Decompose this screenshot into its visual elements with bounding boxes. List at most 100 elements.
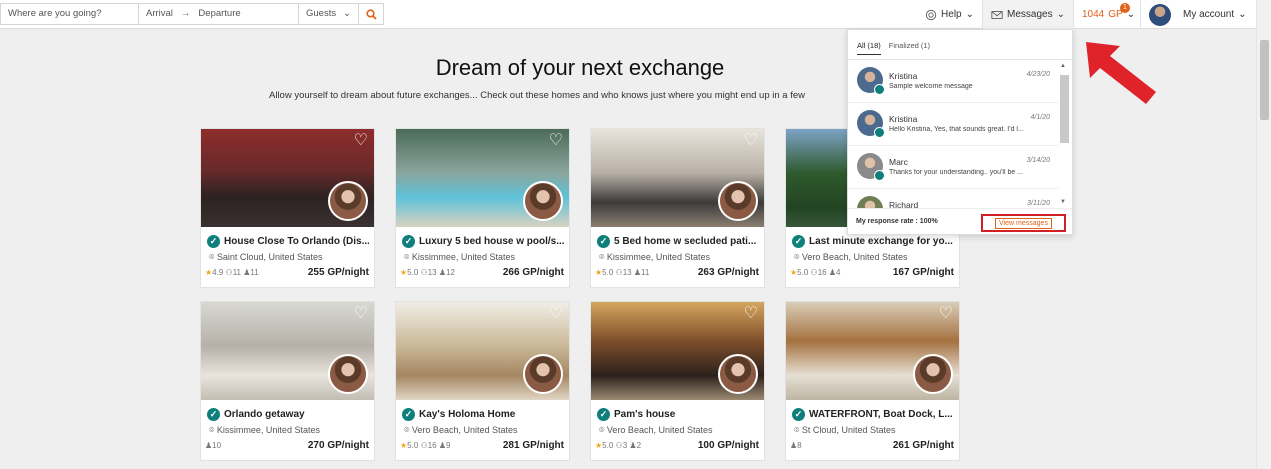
- heart-icon[interactable]: ♡: [354, 133, 368, 149]
- messages-label: Messages: [1007, 9, 1053, 20]
- guest-count: 11: [232, 268, 242, 277]
- listing-location: Kissimmee, United States: [216, 425, 320, 435]
- chevron-down-icon: ⌄: [965, 9, 974, 20]
- verified-icon: ✓: [792, 408, 805, 421]
- scroll-up-icon[interactable]: ▲: [1060, 63, 1066, 69]
- host-avatar[interactable]: [523, 354, 563, 394]
- message-item[interactable]: Richard 3/11/20: [848, 189, 1058, 208]
- heart-icon[interactable]: ♡: [744, 133, 758, 149]
- tab-finalized[interactable]: Finalized (1): [889, 41, 930, 55]
- listing-location: Kissimmee, United States: [606, 252, 710, 262]
- heart-icon[interactable]: ♡: [354, 306, 368, 322]
- message-item[interactable]: Kristina 4/23/20 Sample welcome message: [848, 60, 1058, 103]
- avatar: [857, 196, 883, 208]
- heart-icon[interactable]: ♡: [549, 306, 563, 322]
- listing-meta: ★5.0 ⚇16 ♟9: [400, 441, 450, 450]
- listing-card[interactable]: ♡ ✓ WATERFRONT, Boat Dock, L... ⌾ St Cloud,…: [785, 301, 960, 461]
- listing-card[interactable]: ♡ ✓ Orlando getaway ⌾ Kissimmee, United Sta…: [200, 301, 375, 461]
- page-subtitle: Allow yourself to dream about future exc…: [269, 90, 805, 101]
- lifebuoy-icon: [925, 9, 937, 20]
- listing-card[interactable]: ♡ ✓ 5 Bed home w secluded pati... ⌾ Kissimm…: [590, 128, 765, 288]
- rating: 5.0: [797, 268, 809, 277]
- verified-icon: ✓: [597, 408, 610, 421]
- person-icon: ♟: [633, 268, 642, 277]
- bed-count: 11: [250, 268, 259, 277]
- listing-meta: ★5.0 ⚇3 ♟2: [595, 441, 641, 450]
- host-avatar[interactable]: [718, 354, 758, 394]
- scrollbar-thumb[interactable]: [1060, 75, 1069, 143]
- guests-label: Guests: [306, 8, 337, 19]
- destination-input[interactable]: Where are you going?: [1, 4, 139, 24]
- listing-price: 100 GP/night: [697, 440, 759, 451]
- messages-menu[interactable]: Messages ⌄: [982, 0, 1073, 29]
- host-avatar[interactable]: [328, 181, 368, 221]
- person-icon: ♟: [828, 268, 837, 277]
- listing-card[interactable]: ♡ ✓ Pam's house ⌾ Vero Beach, United States…: [590, 301, 765, 461]
- listing-meta: ★4.9 ⚇11 ♟11: [205, 268, 259, 277]
- listing-title[interactable]: WATERFRONT, Boat Dock, L...: [809, 409, 953, 420]
- message-item[interactable]: Marc 3/14/20 Thanks for your understandi…: [848, 146, 1058, 189]
- heart-icon[interactable]: ♡: [549, 133, 563, 149]
- dropdown-scrollbar[interactable]: ▲ ▼: [1058, 63, 1070, 205]
- host-avatar[interactable]: [718, 181, 758, 221]
- arrow-icon: →: [180, 8, 191, 19]
- departure-field[interactable]: Departure: [198, 4, 240, 24]
- scroll-down-icon[interactable]: ▼: [1060, 199, 1066, 205]
- listing-title[interactable]: Pam's house: [614, 409, 675, 420]
- person-icon: ♟: [438, 268, 447, 277]
- arrival-field[interactable]: Arrival: [146, 4, 173, 24]
- avatar: [857, 67, 885, 95]
- bed-count: 4: [836, 268, 841, 277]
- listing-meta: ♟8: [790, 441, 802, 450]
- message-item[interactable]: Kristina 4/1/20 Hello Kristina, Yes, tha…: [848, 103, 1058, 146]
- guests-icon: ⚇: [615, 268, 623, 277]
- listing-title[interactable]: Kay's Holoma Home: [419, 409, 515, 420]
- listing-location: Vero Beach, United States: [606, 425, 713, 435]
- listing-title[interactable]: Orlando getaway: [224, 409, 305, 420]
- verified-icon: ✓: [597, 235, 610, 248]
- scrollbar-thumb[interactable]: [1260, 40, 1269, 120]
- listing-card[interactable]: ♡ ✓ Luxury 5 bed house w pool/s... ⌾ Kissim…: [395, 128, 570, 288]
- verified-icon: ✓: [207, 408, 220, 421]
- location-pin-icon: ⌾: [794, 425, 800, 435]
- envelope-icon: [991, 10, 1003, 19]
- page-scrollbar[interactable]: [1256, 0, 1271, 469]
- red-arrow-icon: [1086, 42, 1156, 104]
- help-label: Help: [941, 9, 962, 20]
- view-messages-button[interactable]: View messages: [995, 217, 1052, 229]
- listing-price: 255 GP/night: [307, 267, 369, 278]
- listing-title[interactable]: House Close To Orlando (Dis...: [224, 236, 369, 247]
- tab-all[interactable]: All (18): [857, 41, 881, 55]
- listing-card[interactable]: ♡ ✓ House Close To Orlando (Dis... ⌾ Saint …: [200, 128, 375, 288]
- listing-card[interactable]: ♡ ✓ Kay's Holoma Home ⌾ Vero Beach, United …: [395, 301, 570, 461]
- listing-location: St Cloud, United States: [801, 425, 896, 435]
- avatar: [857, 153, 885, 181]
- message-preview: Thanks for your understanding.. you'll b…: [889, 169, 1024, 176]
- messages-dropdown: All (18) Finalized (1) Kristina 4/23/20 …: [847, 29, 1073, 235]
- guest-count: 16: [427, 441, 437, 450]
- listing-title[interactable]: Last minute exchange for yo...: [809, 236, 953, 247]
- host-avatar[interactable]: [328, 354, 368, 394]
- bed-count: 8: [797, 441, 802, 450]
- listing-title[interactable]: Luxury 5 bed house w pool/s...: [419, 236, 564, 247]
- listing-location: Saint Cloud, United States: [216, 252, 323, 262]
- guest-count: 3: [622, 441, 628, 450]
- help-menu[interactable]: Help ⌄: [917, 0, 982, 29]
- location-pin-icon: ⌾: [599, 425, 605, 435]
- location-pin-icon: ⌾: [599, 252, 605, 262]
- avatar: [1149, 3, 1171, 26]
- bed-count: 9: [446, 441, 451, 450]
- listing-title[interactable]: 5 Bed home w secluded pati...: [614, 236, 756, 247]
- guests-select[interactable]: Guests ⌄: [299, 4, 359, 24]
- listing-location: Vero Beach, United States: [411, 425, 518, 435]
- gp-balance-menu[interactable]: 1044 GP 1 ⌄: [1073, 0, 1140, 29]
- host-avatar[interactable]: [913, 354, 953, 394]
- heart-icon[interactable]: ♡: [939, 306, 953, 322]
- bed-count: 2: [636, 441, 642, 450]
- search-button[interactable]: [359, 4, 383, 24]
- heart-icon[interactable]: ♡: [744, 306, 758, 322]
- date-range-picker[interactable]: Arrival → Departure: [139, 4, 299, 24]
- location-pin-icon: ⌾: [209, 252, 215, 262]
- account-menu[interactable]: My account ⌄: [1140, 0, 1256, 29]
- host-avatar[interactable]: [523, 181, 563, 221]
